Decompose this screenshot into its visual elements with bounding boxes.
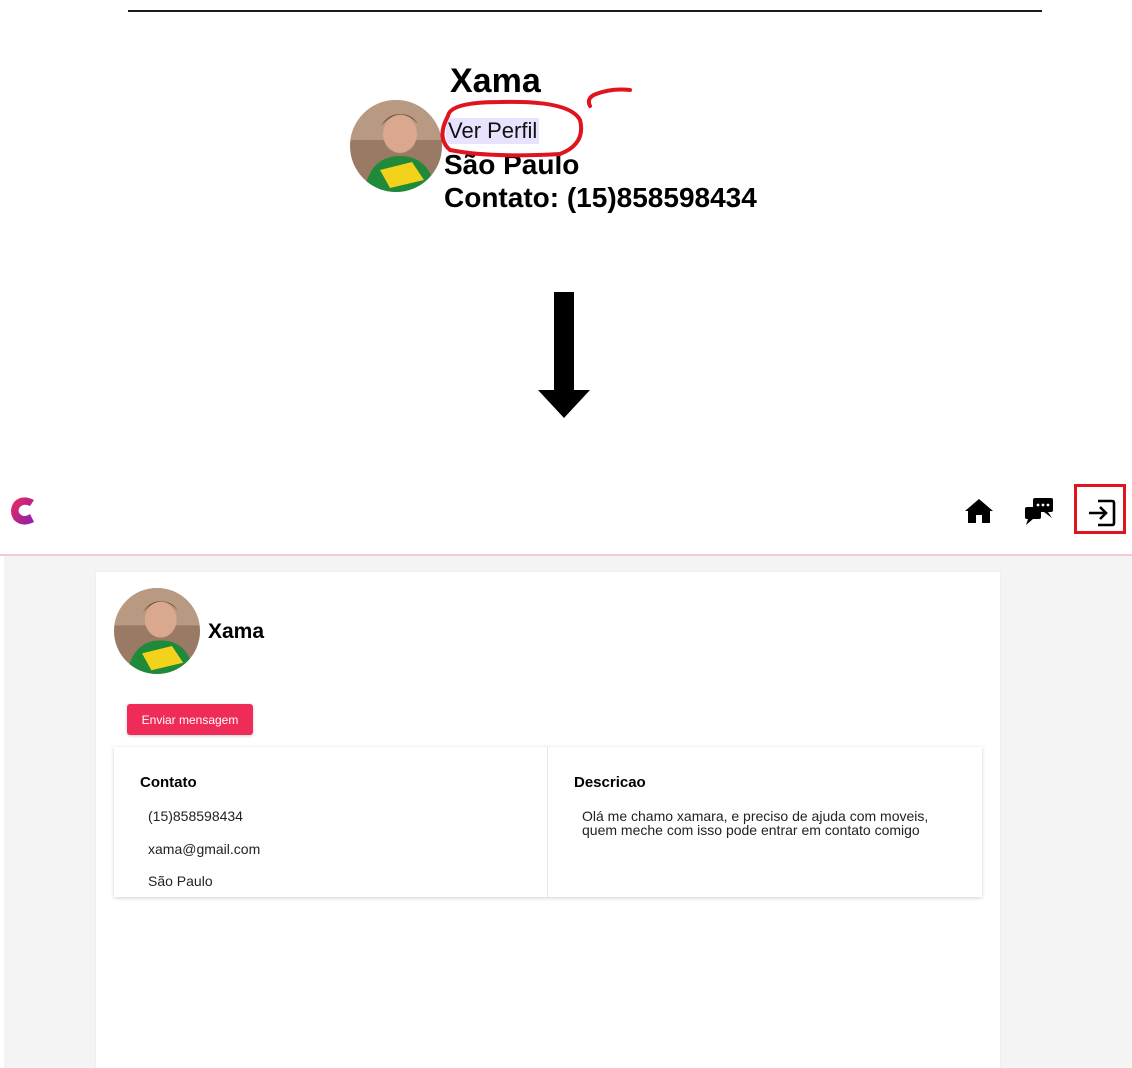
- arrow-down-icon: [538, 292, 590, 418]
- preview-contact: Contato: (15)858598434: [444, 182, 757, 213]
- avatar: [350, 100, 442, 192]
- top-divider: [128, 10, 1042, 12]
- profile-preview-card: Xama Ver Perfil São Paulo Contato: (15)8…: [350, 64, 790, 224]
- avatar-photo-icon: [350, 100, 442, 192]
- preview-city: São Paulo: [444, 149, 580, 180]
- contact-email: xama@gmail.com: [148, 841, 261, 857]
- profile-info-card: Contato (15)858598434 xama@gmail.com São…: [114, 747, 982, 897]
- contact-title: Contato: [140, 774, 197, 791]
- logout-icon[interactable]: [1086, 498, 1116, 528]
- profile-name: Xama: [208, 620, 265, 643]
- description-text: Olá me chamo xamara, e preciso de ajuda …: [582, 808, 929, 838]
- home-icon[interactable]: [964, 496, 994, 526]
- column-divider: [547, 747, 548, 897]
- send-message-button[interactable]: Enviar mensagem: [127, 704, 253, 735]
- contact-phone: (15)858598434: [148, 808, 243, 824]
- contact-city: São Paulo: [148, 873, 213, 889]
- avatar-photo-icon: [114, 588, 200, 674]
- top-navbar: [0, 478, 1132, 556]
- profile-avatar: [114, 588, 200, 674]
- view-profile-link[interactable]: Ver Perfil: [446, 118, 540, 144]
- chat-icon[interactable]: [1024, 496, 1054, 526]
- preview-name: Xama: [450, 62, 541, 100]
- description-title: Descricao: [574, 774, 646, 791]
- logo-icon[interactable]: [8, 494, 36, 528]
